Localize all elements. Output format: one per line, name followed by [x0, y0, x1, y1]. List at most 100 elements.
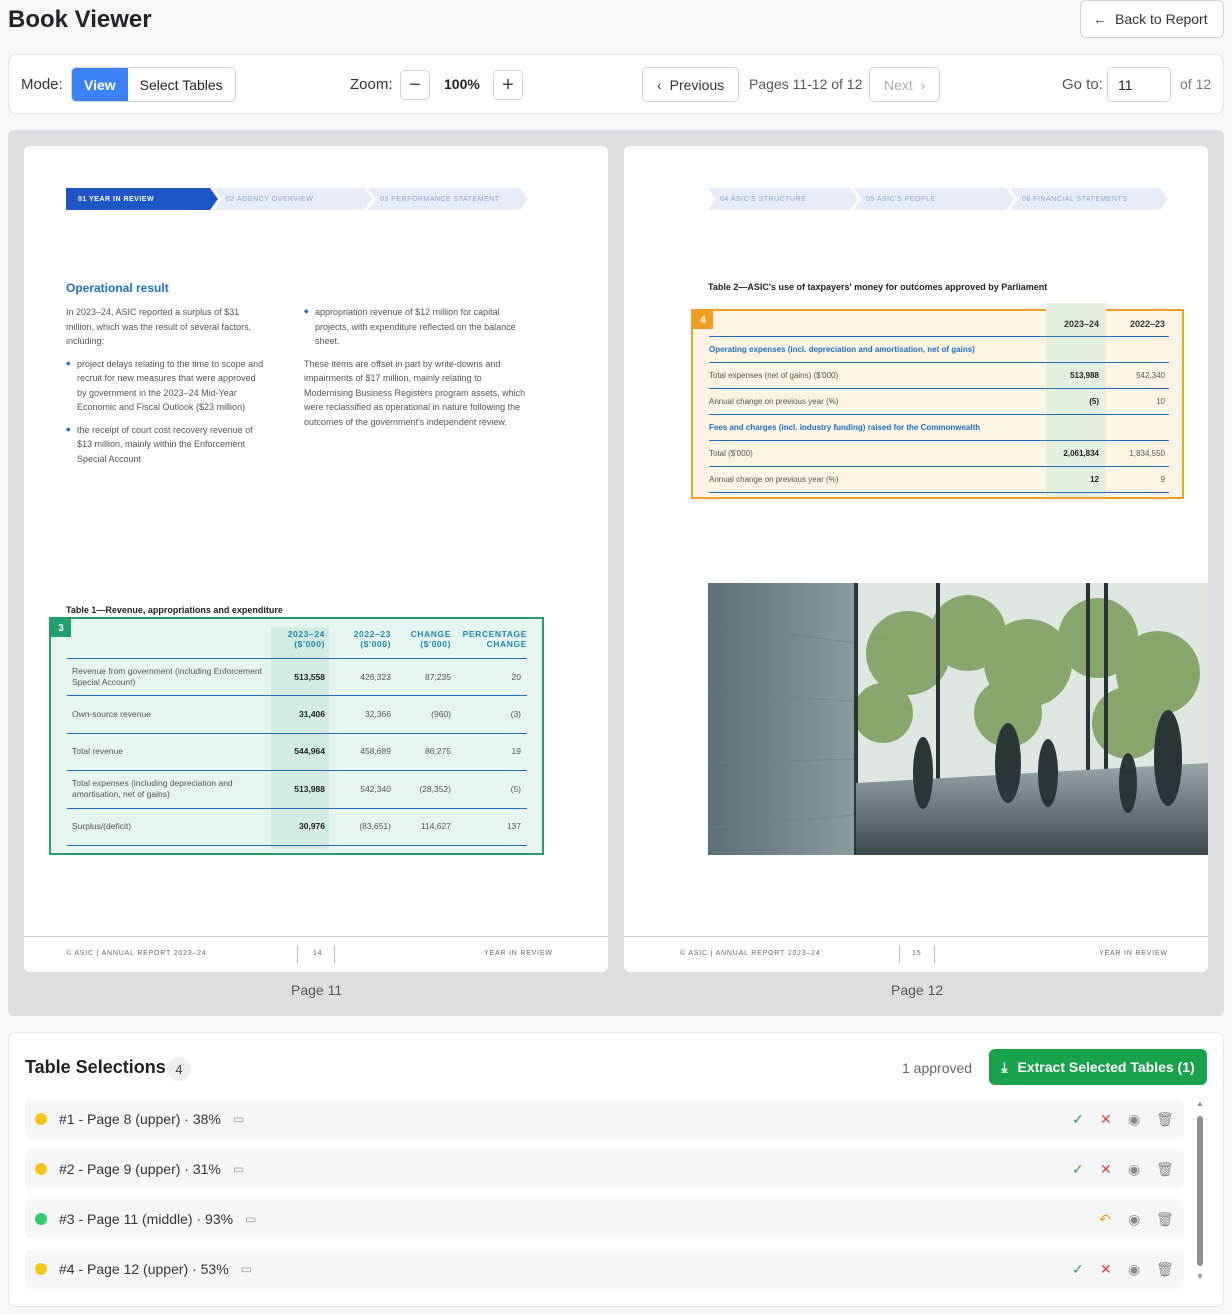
trash-icon[interactable]: 🗑 [1156, 1261, 1174, 1278]
back-to-report-label: Back to Report [1115, 11, 1208, 27]
cell-value: 114,627 [420, 821, 451, 832]
selection-label: #4 - Page 12 (upper) · 53% [59, 1261, 229, 1277]
selection-row[interactable]: #1 - Page 8 (upper) · 38% ▭ ✓ ✕ ◉ 🗑 [25, 1099, 1184, 1139]
status-dot [35, 1163, 47, 1175]
arrow-left-icon: ← [1093, 11, 1107, 27]
approve-icon[interactable]: ✓ [1072, 1111, 1084, 1128]
cell-value: 542,340 [1136, 371, 1165, 380]
eye-icon[interactable]: ◉ [1128, 1111, 1140, 1128]
section-heading: Operational result [66, 281, 169, 295]
undo-icon[interactable]: ↶ [1099, 1211, 1111, 1228]
page-caption: Page 11 [291, 982, 343, 998]
row-label: Total ($'000) [709, 449, 753, 458]
cell-value: 10 [1156, 397, 1165, 406]
mode-select-tables-button[interactable]: Select Tables [128, 68, 235, 101]
pages-info: Pages 11-12 of 12 [749, 76, 863, 92]
zoom-in-button[interactable]: + [493, 70, 523, 100]
row-label: Own-source revenue [72, 709, 151, 720]
next-button[interactable]: Next › [869, 67, 941, 102]
cell-value: 1,834,550 [1129, 449, 1165, 458]
extract-selected-tables-button[interactable]: ⤓ Extract Selected Tables (1) [989, 1049, 1207, 1085]
monitor-icon: ▭ [240, 1262, 252, 1276]
scroll-down-icon[interactable]: ▼ [1195, 1272, 1205, 1281]
cell-value: 2,061,834 [1063, 449, 1099, 458]
monitor-icon: ▭ [232, 1162, 245, 1176]
cell-value: (5) [510, 783, 521, 794]
selection-label: #2 - Page 9 (upper) · 31% [59, 1161, 221, 1177]
footer-page-number: 14 [313, 950, 323, 957]
cell-value: (28,352) [419, 783, 451, 794]
row-label: Revenue from government (including Enfor… [72, 666, 262, 688]
trash-icon[interactable]: 🗑 [1156, 1211, 1174, 1228]
row-label: Annual change on previous year (%) [709, 475, 839, 484]
trash-icon[interactable]: 🗑 [1156, 1111, 1174, 1128]
selections-title: Table Selections [25, 1057, 166, 1077]
reject-icon[interactable]: ✕ [1100, 1111, 1112, 1128]
breadcrumb-item: 01 YEAR IN REVIEW [66, 188, 218, 210]
footer-right: YEAR IN REVIEW [1099, 950, 1168, 957]
selection-row[interactable]: #3 - Page 11 (middle) · 93% ▭ ↶ ◉ 🗑 [25, 1199, 1184, 1239]
reject-icon[interactable]: ✕ [1100, 1261, 1112, 1278]
row-label: Total expenses (net of gains) ($'000) [709, 371, 839, 380]
mode-toggle: View Select Tables [71, 67, 236, 102]
col-header: 2023–24 [1063, 318, 1099, 329]
book-viewer: 01 YEAR IN REVIEW 02 AGENCY OVERVIEW 03 … [8, 130, 1224, 1016]
breadcrumb-item: 05 ASIC'S PEOPLE [854, 188, 1014, 210]
trash-icon[interactable]: 🗑 [1156, 1161, 1174, 1178]
cell-value: 9 [1160, 475, 1165, 484]
status-dot [35, 1213, 47, 1225]
table-title: Table 1—Revenue, appropriations and expe… [66, 605, 283, 615]
table-2: 2023–24 2022–23 Operating expenses (incl… [709, 311, 1169, 493]
col-header: CHANGE ($'000) [410, 629, 451, 649]
bullet-item: appropriation revenue of $12 million for… [304, 305, 530, 349]
status-dot [35, 1263, 47, 1275]
row-label: Total revenue [72, 746, 124, 757]
minus-icon: − [409, 73, 421, 96]
approved-count: 1 approved [902, 1060, 973, 1076]
breadcrumb: 04 ASIC'S STRUCTURE 05 ASIC'S PEOPLE 06 … [708, 188, 1168, 210]
cell-value: 458,689 [360, 746, 391, 757]
table-selection-3[interactable]: 3 2023–24 ($'000) 2022–23 ($'000) CHANGE… [49, 617, 544, 855]
cell-value: 513,988 [1070, 371, 1099, 380]
eye-icon[interactable]: ◉ [1128, 1211, 1140, 1228]
page-title: Book Viewer [8, 6, 152, 33]
status-dot [35, 1113, 47, 1125]
table-row: Total revenue 544,964 458,689 86,275 19 [67, 734, 527, 772]
bullet-item: the receipt of court cost recovery reven… [66, 423, 266, 467]
goto-input[interactable]: 11 [1107, 67, 1171, 102]
eye-icon[interactable]: ◉ [1128, 1161, 1140, 1178]
chevron-right-icon: › [920, 76, 926, 93]
cell-value: (5) [1089, 397, 1099, 406]
cell-value: 513,558 [294, 671, 325, 682]
table-row: Annual change on previous year (%) (5) 10 [709, 389, 1169, 415]
selection-row[interactable]: #4 - Page 12 (upper) · 53% ▭ ✓ ✕ ◉ 🗑 [25, 1249, 1184, 1289]
page-12: 04 ASIC'S STRUCTURE 05 ASIC'S PEOPLE 06 … [624, 146, 1208, 972]
row-label: Total expenses (including depreciation a… [72, 778, 233, 800]
page-caption: Page 12 [891, 982, 944, 998]
zoom-out-button[interactable]: − [400, 70, 430, 100]
previous-button[interactable]: ‹ Previous [642, 67, 740, 102]
selection-row[interactable]: #2 - Page 9 (upper) · 31% ▭ ✓ ✕ ◉ 🗑 [25, 1149, 1184, 1189]
goto-total: of 12 [1180, 76, 1212, 92]
mode-view-button[interactable]: View [72, 68, 128, 101]
scroll-up-icon[interactable]: ▲ [1195, 1099, 1205, 1108]
selections-scrollbar[interactable]: ▲ ▼ [1195, 1099, 1205, 1281]
footer-left: © ASIC | ANNUAL REPORT 2023–24 [680, 950, 821, 957]
eye-icon[interactable]: ◉ [1128, 1261, 1140, 1278]
scrollbar-thumb[interactable] [1197, 1116, 1203, 1266]
section-row: Fees and charges (incl. industry funding… [709, 415, 1169, 441]
cell-value: 31,406 [299, 709, 325, 720]
table-selection-4[interactable]: 4 2023–24 2022–23 Operating expenses (in… [691, 303, 1184, 499]
paragraph: These items are offset in part by write-… [304, 358, 526, 427]
table-row: Surplus/(deficit) 30,976 (83,651) 114,627 13… [67, 809, 527, 846]
approve-icon[interactable]: ✓ [1072, 1261, 1084, 1278]
table-row: Total ($'000) 2,061,834 1,834,550 [709, 441, 1169, 467]
reject-icon[interactable]: ✕ [1100, 1161, 1112, 1178]
table-row: Revenue from government (including Enfor… [67, 659, 527, 697]
paragraph: In 2023–24, ASIC reported a surplus of $… [66, 307, 252, 346]
cell-value: 30,976 [299, 821, 325, 832]
back-to-report-button[interactable]: ← Back to Report [1080, 0, 1224, 38]
next-label: Next [884, 76, 913, 93]
approve-icon[interactable]: ✓ [1072, 1161, 1084, 1178]
goto-value: 11 [1118, 76, 1133, 93]
